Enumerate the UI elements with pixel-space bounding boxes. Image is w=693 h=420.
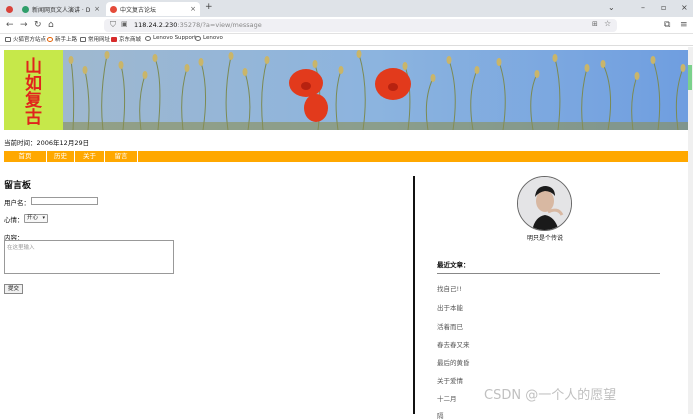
username-input[interactable] xyxy=(31,197,98,205)
page-title: 留言板 xyxy=(4,181,32,191)
recent-articles-title: 最近文章： xyxy=(437,261,470,269)
address-bar[interactable]: ⛉ ▣ 118.24.2.230:35278/?a=view/message ⊞… xyxy=(104,19,617,32)
tab-list-icon[interactable]: ⌄ xyxy=(608,3,615,12)
bookmark-label: 京东商城 xyxy=(119,37,142,43)
bookmark-item[interactable]: Lenovo xyxy=(195,35,223,41)
main-menu: 首页 历史 关于 留言 xyxy=(4,151,688,162)
author-name: 明只是个传说 xyxy=(526,235,563,242)
home-icon[interactable]: ⌂ xyxy=(48,20,54,30)
username-label: 用户名： xyxy=(4,199,30,207)
poppy-field-image xyxy=(63,50,688,130)
page-content: 山 如 复 古 当前时间：2006年12月29日 首页 历史 关于 留言 留言板… xyxy=(0,47,688,420)
tab-1[interactable]: 新闻网页文人演讲 · D:\toc:\CH × xyxy=(18,2,104,16)
bookmark-item[interactable]: 火狐官方站点 xyxy=(5,35,46,43)
bookmark-label: 新手上路 xyxy=(55,37,78,43)
content-placeholder: 在这里输入 xyxy=(7,245,35,251)
navigation-bar: ← → ↻ ⌂ ⛉ ▣ 118.24.2.230:35278/?a=view/m… xyxy=(0,17,693,34)
bookmark-item[interactable]: 京东商城 xyxy=(111,35,141,43)
mood-value: 开心 xyxy=(27,215,39,221)
translate-icon[interactable]: ⊞ xyxy=(592,20,598,28)
bookmark-label: 常用网址 xyxy=(88,37,111,43)
article-link[interactable]: 十二月 xyxy=(437,393,457,403)
bookmark-label: Lenovo xyxy=(203,35,223,41)
forward-icon[interactable]: → xyxy=(20,20,28,30)
logo-char: 古 xyxy=(25,108,42,128)
tab-1-title: 新闻网页文人演讲 · D:\toc:\CH xyxy=(32,6,91,14)
bookmark-item[interactable]: Lenovo Support xyxy=(145,35,196,41)
back-icon[interactable]: ← xyxy=(6,20,14,30)
close-icon[interactable]: × xyxy=(91,5,100,13)
tab-2-title: 中文复古论坛 xyxy=(120,6,157,14)
globe-icon xyxy=(145,35,151,41)
menu-item-home[interactable]: 首页 xyxy=(4,151,47,162)
avatar[interactable] xyxy=(517,176,572,231)
article-link[interactable]: 春去春又来 xyxy=(437,339,470,349)
column-divider xyxy=(413,176,415,414)
time-value: 2006年12月29日 xyxy=(36,139,90,147)
menu-icon[interactable]: ≡ xyxy=(680,20,688,30)
scrollbar[interactable] xyxy=(688,47,693,414)
browser-tab-strip: 新闻网页文人演讲 · D:\toc:\CH × 中文复古论坛 × + ⌄ – ▫… xyxy=(0,0,693,17)
tab-1-favicon xyxy=(22,5,29,13)
bookmarks-bar: 火狐官方站点 新手上路 常用网址 京东商城 Lenovo Support Len… xyxy=(0,34,693,46)
close-icon[interactable]: × xyxy=(187,5,196,13)
bookmark-label: 火狐官方站点 xyxy=(13,37,47,43)
article-link[interactable]: 找自己!! xyxy=(437,283,462,293)
reload-icon[interactable]: ↻ xyxy=(34,20,42,30)
article-link[interactable]: 隔 xyxy=(437,410,444,420)
bookmark-star-icon[interactable]: ☆ xyxy=(604,19,611,28)
article-link[interactable]: 关于爱情 xyxy=(437,375,463,385)
time-label: 当前时间： xyxy=(4,139,37,147)
article-link[interactable]: 活着而已 xyxy=(437,321,463,331)
author-portrait xyxy=(518,177,571,230)
content-textarea[interactable]: 在这里输入 xyxy=(4,240,174,274)
tab-2-favicon xyxy=(110,5,117,13)
minimize-icon[interactable]: – xyxy=(641,3,645,12)
mood-label: 心情： xyxy=(4,216,24,224)
article-link[interactable]: 出于本能 xyxy=(437,302,463,312)
banner-image xyxy=(63,50,688,130)
menu-item-message[interactable]: 留言 xyxy=(105,151,138,162)
firefox-icon xyxy=(47,36,53,42)
bookmark-item[interactable]: 常用网址 xyxy=(80,35,110,43)
lock-icon: ▣ xyxy=(121,20,128,28)
jd-icon xyxy=(111,36,117,42)
article-link[interactable]: 最后的黄昏 xyxy=(437,357,470,367)
url-text: 118.24.2.230:35278/?a=view/message xyxy=(134,21,262,29)
new-tab-button[interactable]: + xyxy=(205,2,213,12)
site-logo[interactable]: 山 如 复 古 xyxy=(4,50,63,130)
current-time: 当前时间：2006年12月29日 xyxy=(4,137,89,147)
shield-icon: ⛉ xyxy=(110,20,116,29)
watermark: CSDN @一个人的愿望 xyxy=(484,388,617,403)
menu-item-history[interactable]: 历史 xyxy=(47,151,75,162)
url-path: :35278/?a=view/message xyxy=(177,21,262,29)
extensions-icon[interactable]: ⧉ xyxy=(664,20,670,30)
submit-button[interactable]: 提交 xyxy=(4,284,23,294)
divider xyxy=(437,273,660,274)
tab-2[interactable]: 中文复古论坛 × xyxy=(106,2,200,16)
window-close-icon[interactable]: × xyxy=(681,3,688,12)
url-host: 118.24.2.230 xyxy=(134,21,178,29)
chevron-down-icon: ▾ xyxy=(42,215,45,221)
menu-item-about[interactable]: 关于 xyxy=(75,151,105,162)
bookmark-item[interactable]: 新手上路 xyxy=(47,35,77,43)
folder-icon xyxy=(80,36,86,42)
firefox-icon xyxy=(6,5,13,13)
mood-select[interactable]: 开心 ▾ xyxy=(24,214,48,223)
maximize-icon[interactable]: ▫ xyxy=(661,3,666,12)
bookmark-label: Lenovo Support xyxy=(153,35,197,41)
folder-icon xyxy=(5,36,11,42)
tab-pinned[interactable] xyxy=(2,2,16,16)
globe-icon xyxy=(195,35,201,41)
scrollbar-thumb[interactable] xyxy=(688,65,692,90)
